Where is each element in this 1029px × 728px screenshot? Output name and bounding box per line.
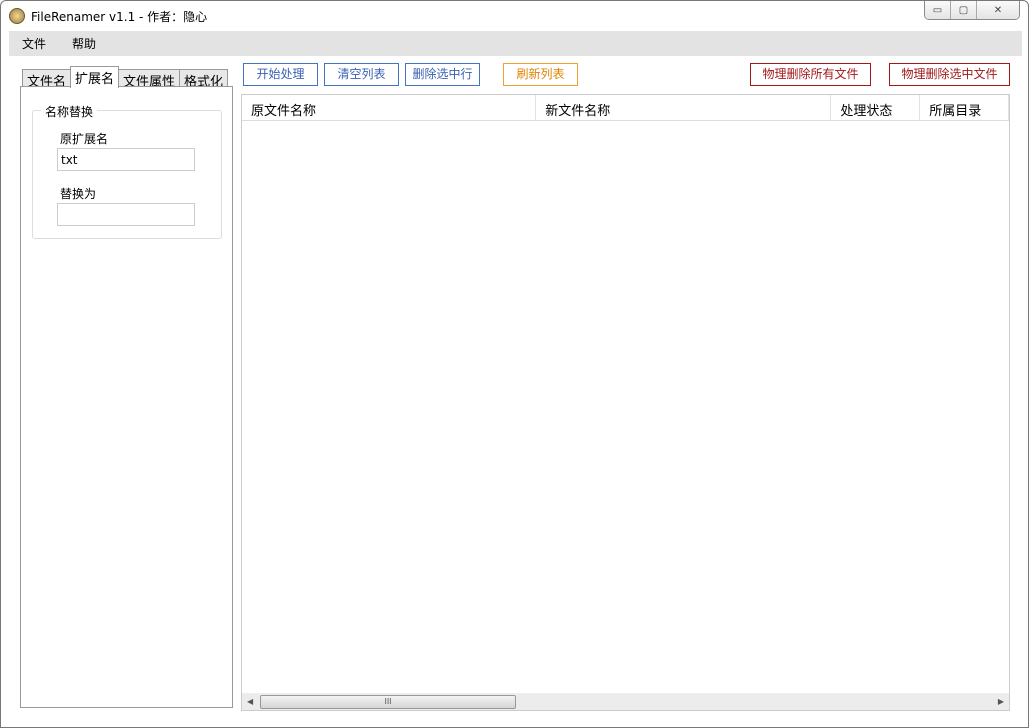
delete-rows-button[interactable]: 删除选中行 (405, 63, 480, 86)
maximize-button[interactable]: ▢ (951, 1, 977, 19)
group-title: 名称替换 (41, 103, 98, 120)
title-bar: FileRenamer v1.1 - 作者：隐心 ▭ ▢ ✕ (1, 1, 1028, 31)
app-icon (9, 8, 25, 24)
replace-with-input[interactable] (57, 203, 195, 226)
scrollbar-thumb[interactable]: III (260, 695, 516, 709)
tab-extension[interactable]: 扩展名 (70, 66, 120, 88)
column-directory[interactable]: 所属目录 (920, 95, 1009, 120)
delete-selected-files-button[interactable]: 物理删除选中文件 (889, 63, 1010, 86)
clear-list-button[interactable]: 清空列表 (324, 63, 399, 86)
scroll-right-icon[interactable]: ▶ (998, 697, 1004, 706)
minimize-button[interactable]: ▭ (925, 1, 951, 19)
replace-with-label: 替换为 (60, 187, 97, 201)
original-extension-label: 原扩展名 (60, 132, 109, 146)
delete-all-files-button[interactable]: 物理删除所有文件 (750, 63, 871, 86)
close-button[interactable]: ✕ (977, 1, 1019, 19)
horizontal-scrollbar[interactable]: ◀ III ▶ (242, 693, 1009, 710)
window-title: FileRenamer v1.1 - 作者：隐心 (31, 10, 208, 24)
menu-help[interactable]: 帮助 (59, 35, 109, 52)
scroll-left-icon[interactable]: ◀ (247, 697, 253, 706)
settings-tabs: 文件名 扩展名 文件属性 格式化 (22, 66, 229, 90)
column-new-name[interactable]: 新文件名称 (536, 95, 832, 120)
menu-file[interactable]: 文件 (9, 35, 59, 52)
start-button[interactable]: 开始处理 (243, 63, 318, 86)
original-extension-input[interactable] (57, 148, 195, 171)
app-window: FileRenamer v1.1 - 作者：隐心 ▭ ▢ ✕ 文件 帮助 文件名… (0, 0, 1029, 728)
column-status[interactable]: 处理状态 (831, 95, 921, 120)
menu-bar: 文件 帮助 (9, 31, 1022, 56)
list-header: 原文件名称 新文件名称 处理状态 所属目录 (242, 95, 1009, 121)
column-original-name[interactable]: 原文件名称 (242, 95, 537, 120)
name-replace-group: 名称替换 原扩展名 替换为 (32, 103, 222, 239)
refresh-list-button[interactable]: 刷新列表 (503, 63, 578, 86)
file-list[interactable]: 原文件名称 新文件名称 处理状态 所属目录 ◀ III ▶ (241, 94, 1010, 711)
tab-panel: 名称替换 原扩展名 替换为 (20, 86, 233, 708)
